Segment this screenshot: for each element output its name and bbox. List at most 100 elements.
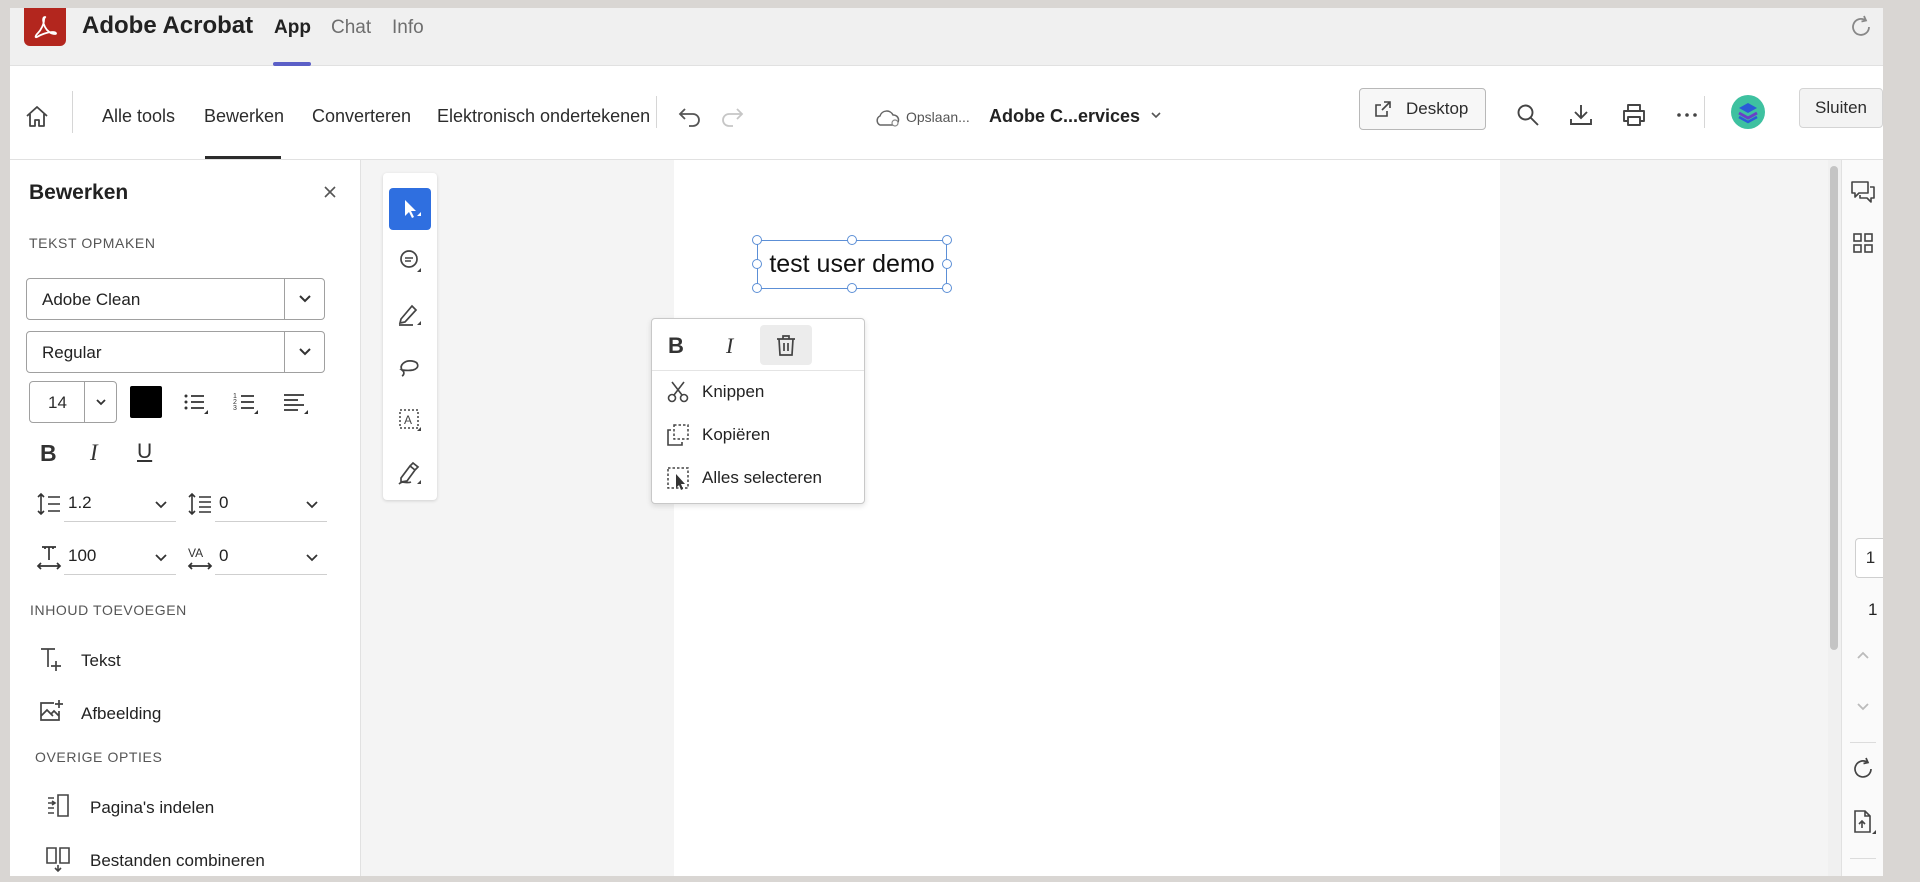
organize-pages-button[interactable]: Pagina's indelen [90,798,214,818]
page-export-icon[interactable] [1851,809,1877,835]
context-item-select-all[interactable]: Alles selecteren [652,458,864,498]
font-size-dropdown[interactable]: 14 [29,381,117,423]
paragraph-spacing-control[interactable]: 0 [187,491,327,522]
total-pages: 1 [1868,600,1878,619]
svg-text:VA: VA [188,546,203,560]
organize-pages-icon [44,792,72,820]
resize-handle[interactable] [752,259,762,269]
svg-text:A: A [404,413,412,427]
add-image-button[interactable]: Afbeelding [81,704,161,724]
context-item-copy[interactable]: Kopiëren [652,415,864,455]
signature-pen-icon [397,460,423,486]
app-title: Adobe Acrobat [82,12,254,39]
italic-button[interactable]: I [90,440,98,466]
chevron-up-icon[interactable] [1854,646,1872,664]
current-page-input[interactable]: 1 [1855,538,1883,578]
chevron-down-icon [284,279,324,319]
toolbar-edit[interactable]: Bewerken [204,106,284,127]
context-item-label: Alles selecteren [702,468,823,487]
select-tool-button[interactable] [389,188,431,230]
context-item-label: Knippen [702,382,765,401]
text-color-swatch[interactable] [130,386,162,418]
add-text-icon [38,645,66,673]
saving-status: Opslaan... [906,109,970,125]
line-spacing-icon [36,491,62,517]
refresh-icon[interactable] [1848,14,1874,40]
resize-handle[interactable] [752,283,762,293]
input-underline [215,521,327,522]
grid-icon[interactable] [1851,231,1875,255]
undo-icon[interactable] [677,103,703,129]
main-toolbar: Alle tools Bewerken Converteren Elektron… [10,66,1883,160]
text-box-tool-button[interactable]: A [389,399,431,441]
avatar[interactable] [1730,94,1766,130]
download-icon[interactable] [1568,102,1594,128]
paragraph-spacing-icon [187,491,213,517]
resize-handle[interactable] [847,283,857,293]
align-left-icon[interactable] [282,390,310,418]
bullet-list-icon[interactable] [182,390,210,418]
line-spacing-control[interactable]: 1.2 [36,491,176,522]
app-bar: Adobe Acrobat App Chat Info [10,8,1883,66]
line-spacing-value: 1.2 [68,493,92,512]
horizontal-scale-control[interactable]: 100 [36,544,176,575]
font-style-dropdown[interactable]: Regular [26,331,325,373]
add-text-button[interactable]: Tekst [81,651,121,671]
font-family-value: Adobe Clean [42,290,141,309]
character-spacing-value: 0 [219,546,229,565]
context-bold-button[interactable]: B [668,333,684,359]
context-format-row: B I [652,319,864,371]
resize-handle[interactable] [942,283,952,293]
comments-icon[interactable] [1850,179,1876,205]
draw-tool-button[interactable] [389,346,431,388]
app-window: Adobe Acrobat App Chat Info Alle tools B… [10,8,1883,876]
redo-icon[interactable] [719,103,745,129]
tab-app[interactable]: App [274,17,311,39]
scrollbar-thumb[interactable] [1830,166,1838,650]
tab-chat[interactable]: Chat [331,17,371,39]
pen-icon [397,301,423,327]
chevron-down-icon[interactable] [1149,108,1163,122]
search-icon[interactable] [1515,102,1541,128]
numbered-list-icon[interactable]: 123 [232,390,260,418]
toolbar-all-tools[interactable]: Alle tools [102,106,175,127]
highlight-tool-button[interactable] [389,293,431,335]
selected-text-box[interactable]: test user demo [757,240,947,289]
resize-handle[interactable] [942,259,952,269]
combine-files-icon [44,845,72,873]
toolbar-convert[interactable]: Converteren [312,106,411,127]
open-desktop-button[interactable]: Desktop [1359,88,1486,130]
acrobat-logo-icon [24,8,66,46]
toolbar-divider [656,96,657,128]
rail-divider [1850,858,1876,859]
more-options-icon[interactable] [1674,102,1700,128]
context-item-cut[interactable]: Knippen [652,372,864,412]
close-document-button[interactable]: Sluiten [1799,88,1883,128]
add-image-icon [38,698,66,726]
sign-tool-button[interactable] [389,452,431,494]
bold-button[interactable]: B [40,440,57,467]
close-icon[interactable] [323,185,337,199]
context-italic-button[interactable]: I [726,333,733,359]
comment-tool-button[interactable] [389,240,431,282]
input-underline [215,574,327,575]
desktop-label: Desktop [1406,99,1469,118]
tab-info[interactable]: Info [392,17,424,39]
chevron-down-icon [153,497,169,513]
delete-button[interactable] [760,325,812,365]
chevron-down-icon[interactable] [1854,698,1872,716]
resize-handle[interactable] [847,235,857,245]
font-family-dropdown[interactable]: Adobe Clean [26,278,325,320]
home-icon[interactable] [24,104,50,130]
toolbar-e-sign[interactable]: Elektronisch ondertekenen [437,106,650,127]
print-icon[interactable] [1621,102,1647,128]
rotate-icon[interactable] [1851,757,1875,781]
combine-files-button[interactable]: Bestanden combineren [90,851,265,871]
document-name[interactable]: Adobe C...ervices [989,106,1140,127]
right-rail [1841,160,1883,876]
external-link-icon [1374,100,1392,118]
underline-button[interactable]: U [137,440,152,464]
resize-handle[interactable] [942,235,952,245]
resize-handle[interactable] [752,235,762,245]
character-spacing-control[interactable]: VA 0 [187,544,327,575]
